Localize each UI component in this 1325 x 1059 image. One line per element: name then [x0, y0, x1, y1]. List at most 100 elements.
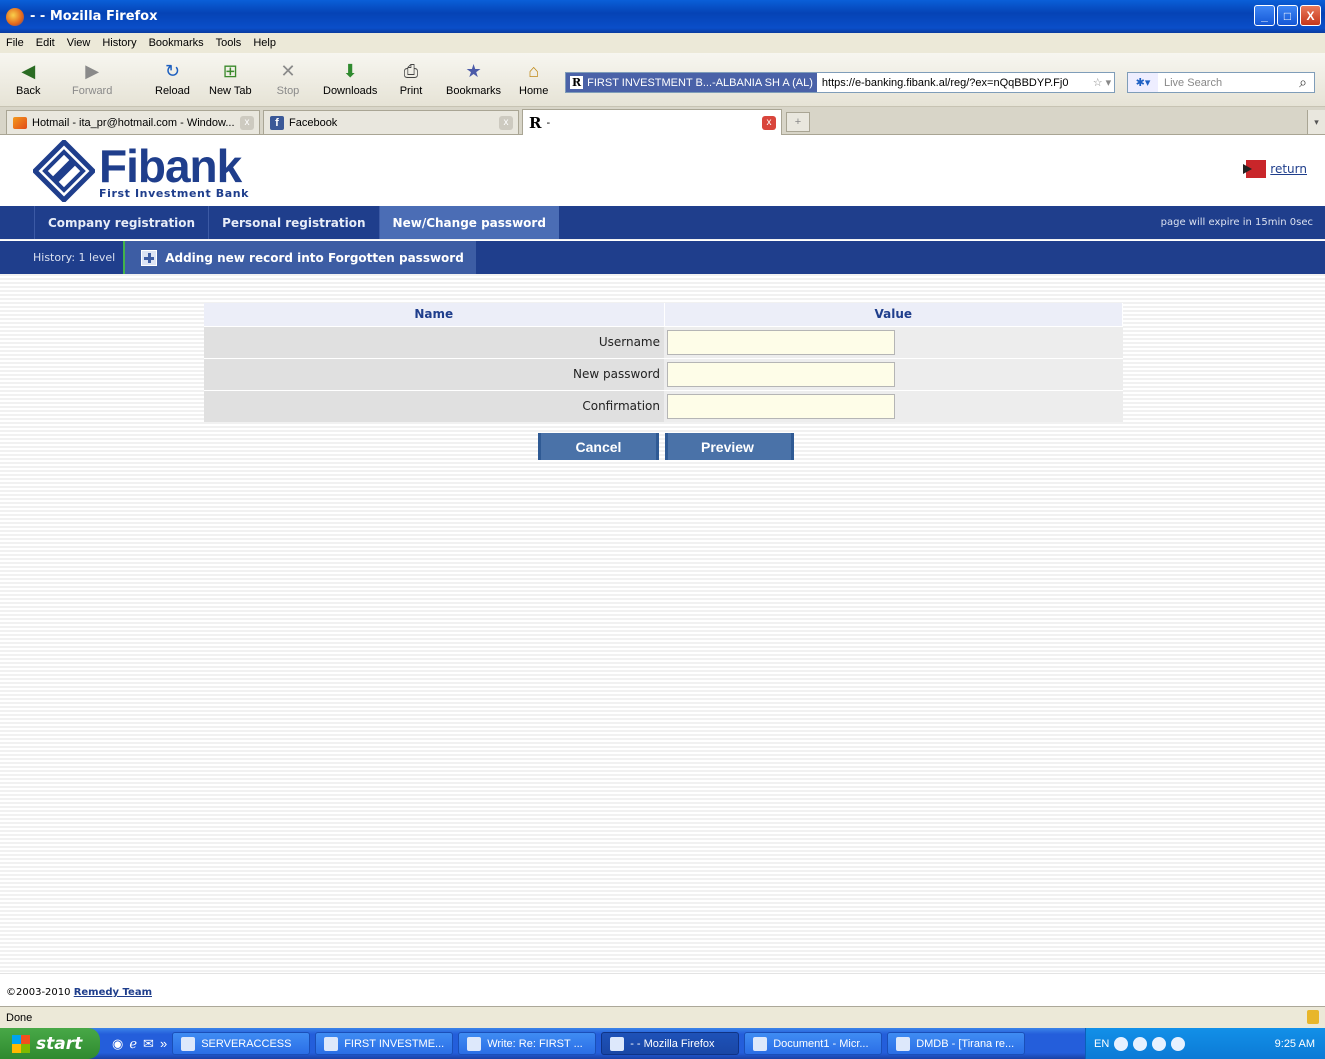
- start-button[interactable]: start: [0, 1028, 100, 1059]
- app-icon: [181, 1036, 196, 1051]
- outlook-icon[interactable]: ✉: [143, 1036, 154, 1052]
- new-password-input[interactable]: [667, 361, 895, 387]
- tab-list-chevron-icon[interactable]: ▾: [1307, 110, 1325, 134]
- forward-button[interactable]: ▶ Forward: [72, 59, 112, 98]
- tab-current[interactable]: R - x: [522, 109, 782, 135]
- home-button[interactable]: ⌂ Home: [519, 59, 548, 98]
- windows-flag-icon: [12, 1034, 30, 1053]
- search-magnifier-icon[interactable]: ⌕: [1292, 74, 1314, 91]
- history-level[interactable]: History: 1 level: [0, 241, 126, 274]
- site-identity-button[interactable]: R FIRST INVESTMENT B...-ALBANIA SH A (AL): [566, 73, 817, 92]
- exit-door-icon: [1243, 160, 1267, 178]
- site-favicon-icon: R: [570, 76, 584, 89]
- downloads-icon: ⬇: [342, 60, 358, 81]
- password-form-table: Name Value Username New password Confirm…: [204, 303, 1123, 422]
- app-icon: [896, 1036, 911, 1051]
- history-bar: History: 1 level Adding new record into …: [0, 241, 1325, 274]
- menu-bar: File Edit View History Bookmarks Tools H…: [0, 33, 1325, 53]
- task-dmdb[interactable]: DMDB - [Tirana re...: [887, 1032, 1026, 1055]
- quick-launch-app-icon[interactable]: ◉: [112, 1036, 123, 1052]
- search-engine-icon[interactable]: ✱▾: [1128, 73, 1158, 92]
- new-tab-icon: ⊞: [222, 60, 238, 81]
- close-button[interactable]: X: [1300, 5, 1321, 26]
- firefox-icon: [610, 1036, 625, 1051]
- nav-company-registration[interactable]: Company registration: [34, 206, 208, 239]
- bookmarks-button[interactable]: ★ Bookmarks: [446, 59, 501, 98]
- tray-icon[interactable]: [1133, 1036, 1148, 1051]
- site-header: Fibank First Investment Bank return: [0, 136, 1325, 206]
- cancel-button[interactable]: Cancel: [538, 433, 659, 460]
- menu-file[interactable]: File: [6, 37, 24, 49]
- menu-view[interactable]: View: [67, 37, 91, 49]
- url-text[interactable]: https://e-banking.fibank.al/reg/?ex=nQqB…: [817, 77, 1090, 89]
- preview-button[interactable]: Preview: [665, 433, 794, 460]
- forward-arrow-icon: ▶: [85, 60, 100, 81]
- tab-close-icon[interactable]: x: [240, 115, 254, 130]
- new-tab-button[interactable]: ⊞ New Tab: [209, 59, 252, 98]
- remedy-team-link[interactable]: Remedy Team: [74, 987, 152, 998]
- nav-change-password[interactable]: New/Change password: [378, 206, 559, 239]
- task-document1[interactable]: Document1 - Micr...: [744, 1032, 883, 1055]
- fibank-logo[interactable]: Fibank First Investment Bank: [33, 140, 249, 202]
- downloads-button[interactable]: ⬇ Downloads: [323, 59, 377, 98]
- fibank-diamond-icon: [33, 140, 95, 202]
- menu-edit[interactable]: Edit: [36, 37, 55, 49]
- menu-history[interactable]: History: [102, 37, 136, 49]
- task-firefox[interactable]: - - Mozilla Firefox: [601, 1032, 740, 1055]
- main-navigation: Company registration Personal registrati…: [0, 206, 1325, 239]
- task-serveraccess[interactable]: SERVERACCESS: [172, 1032, 311, 1055]
- history-current-record[interactable]: Adding new record into Forgotten passwor…: [125, 241, 476, 274]
- language-indicator[interactable]: EN: [1094, 1038, 1109, 1050]
- confirmation-input[interactable]: [667, 393, 895, 419]
- tab-close-icon[interactable]: x: [499, 115, 513, 130]
- table-row: New password: [204, 357, 1123, 390]
- logo-tagline: First Investment Bank: [99, 186, 250, 200]
- menu-tools[interactable]: Tools: [216, 37, 242, 49]
- menu-help[interactable]: Help: [253, 37, 276, 49]
- tray-icon[interactable]: [1152, 1036, 1167, 1051]
- window-titlebar: - - Mozilla Firefox _ □ X: [0, 0, 1325, 33]
- new-tab-plus-icon[interactable]: +: [786, 112, 810, 132]
- tray-icon[interactable]: [1114, 1036, 1129, 1051]
- table-row: Username: [204, 325, 1123, 358]
- tab-close-icon[interactable]: x: [762, 115, 776, 130]
- print-icon: ⎙: [403, 60, 419, 81]
- print-button[interactable]: ⎙ Print: [399, 59, 423, 98]
- search-input[interactable]: Live Search: [1158, 77, 1292, 89]
- ie-icon[interactable]: ℯ: [129, 1036, 137, 1052]
- hotmail-icon: [13, 116, 27, 129]
- reload-button[interactable]: ↻ Reload: [155, 59, 190, 98]
- tab-facebook[interactable]: f Facebook x: [263, 110, 519, 134]
- search-bar[interactable]: ✱▾ Live Search ⌕: [1127, 72, 1315, 93]
- task-first-investment[interactable]: FIRST INVESTME...: [315, 1032, 454, 1055]
- stop-button[interactable]: ✕ Stop: [276, 59, 300, 98]
- status-text: Done: [6, 1011, 33, 1024]
- tab-hotmail[interactable]: Hotmail - ita_pr@hotmail.com - Window...…: [6, 110, 260, 134]
- menu-bookmarks[interactable]: Bookmarks: [149, 37, 204, 49]
- quick-launch: ◉ ℯ ✉ »: [112, 1036, 167, 1052]
- app-icon: [324, 1036, 339, 1051]
- maximize-button[interactable]: □: [1277, 5, 1298, 26]
- nav-personal-registration[interactable]: Personal registration: [208, 206, 378, 239]
- tab-bar: Hotmail - ita_pr@hotmail.com - Window...…: [0, 107, 1325, 135]
- tray-icon[interactable]: [1171, 1036, 1186, 1051]
- copyright-text: ©2003-2010: [6, 987, 71, 998]
- web-content: Fibank First Investment Bank return Comp…: [0, 136, 1325, 1006]
- minimize-button[interactable]: _: [1254, 5, 1275, 26]
- padlock-icon[interactable]: [1307, 1010, 1319, 1024]
- return-link[interactable]: return: [1243, 160, 1307, 178]
- username-label: Username: [204, 325, 664, 358]
- back-arrow-icon: ◀: [21, 60, 36, 81]
- back-button[interactable]: ◀ Back: [16, 59, 40, 98]
- address-bar[interactable]: R FIRST INVESTMENT B...-ALBANIA SH A (AL)…: [565, 72, 1115, 93]
- word-icon: [753, 1036, 768, 1051]
- system-tray: EN 9:25 AM: [1085, 1028, 1325, 1059]
- task-write-email[interactable]: Write: Re: FIRST ...: [458, 1032, 597, 1055]
- username-input[interactable]: [667, 329, 895, 355]
- bookmark-star-icon[interactable]: ☆ ▾: [1090, 76, 1114, 89]
- stop-icon: ✕: [280, 60, 296, 81]
- bookmarks-star-icon: ★: [465, 60, 482, 81]
- site-favicon-icon: R: [529, 113, 542, 132]
- window-title: - - Mozilla Firefox: [30, 9, 158, 24]
- chevron-right-icon[interactable]: »: [160, 1036, 167, 1052]
